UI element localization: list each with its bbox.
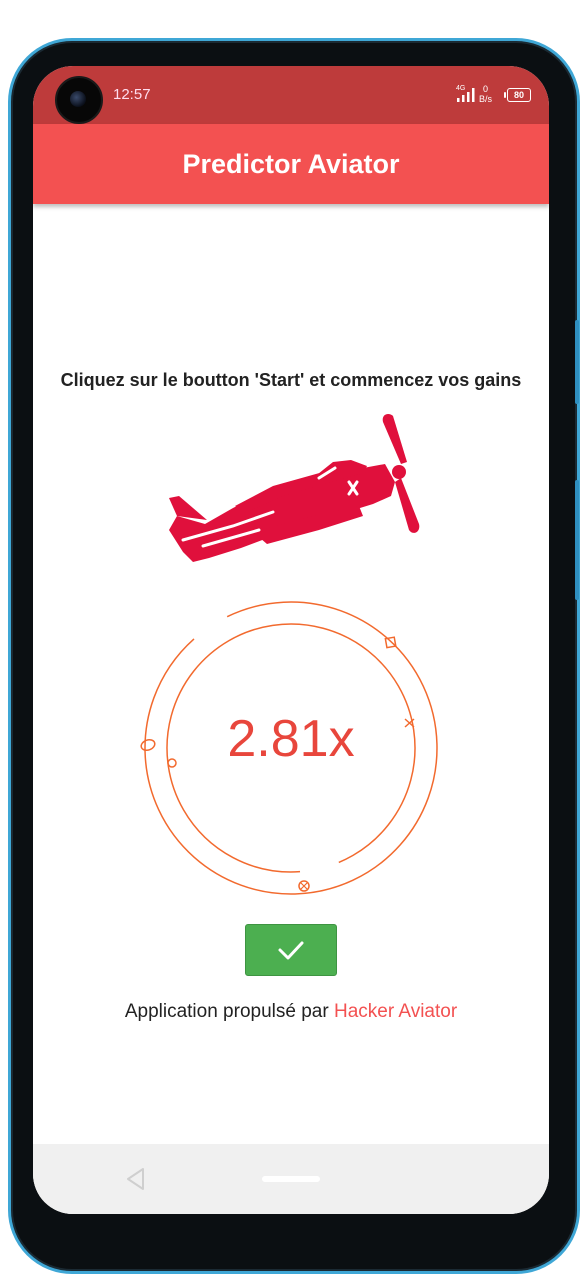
volume-button [575, 320, 579, 404]
plane-icon [169, 414, 420, 562]
checkmark-icon [278, 941, 304, 960]
battery-icon: 80 [504, 88, 531, 102]
multiplier-value: 2.81x [227, 710, 355, 768]
net-speed: 0 B/s [479, 84, 492, 104]
instruction-text: Cliquez sur le boutton 'Start' et commen… [60, 370, 522, 390]
net-speed-value: 0 [483, 84, 489, 94]
screen: 12:57 4G 0 B/s 80 Predictor Aviator Cliq… [33, 66, 549, 1214]
home-gesture-bar[interactable] [262, 1176, 320, 1182]
status-bar: 12:57 4G 0 B/s 80 [33, 66, 549, 124]
back-icon[interactable] [123, 1166, 149, 1192]
front-camera [55, 76, 103, 124]
start-button[interactable] [245, 924, 337, 976]
footer-brand[interactable]: Hacker Aviator [334, 1001, 457, 1022]
footer-credit: Application propulsé par Hacker Aviator [33, 1001, 549, 1023]
power-button [575, 480, 579, 600]
app-bar: Predictor Aviator [33, 124, 549, 204]
navigation-bar [33, 1144, 549, 1214]
net-speed-unit: B/s [479, 94, 493, 104]
footer-prefix: Application propulsé par [124, 1001, 329, 1022]
battery-level: 80 [513, 90, 524, 100]
status-time: 12:57 [113, 86, 151, 103]
signal-icon: 4G [456, 85, 475, 102]
app-title: Predictor Aviator [182, 148, 400, 179]
network-type-label: 4G [456, 85, 465, 92]
